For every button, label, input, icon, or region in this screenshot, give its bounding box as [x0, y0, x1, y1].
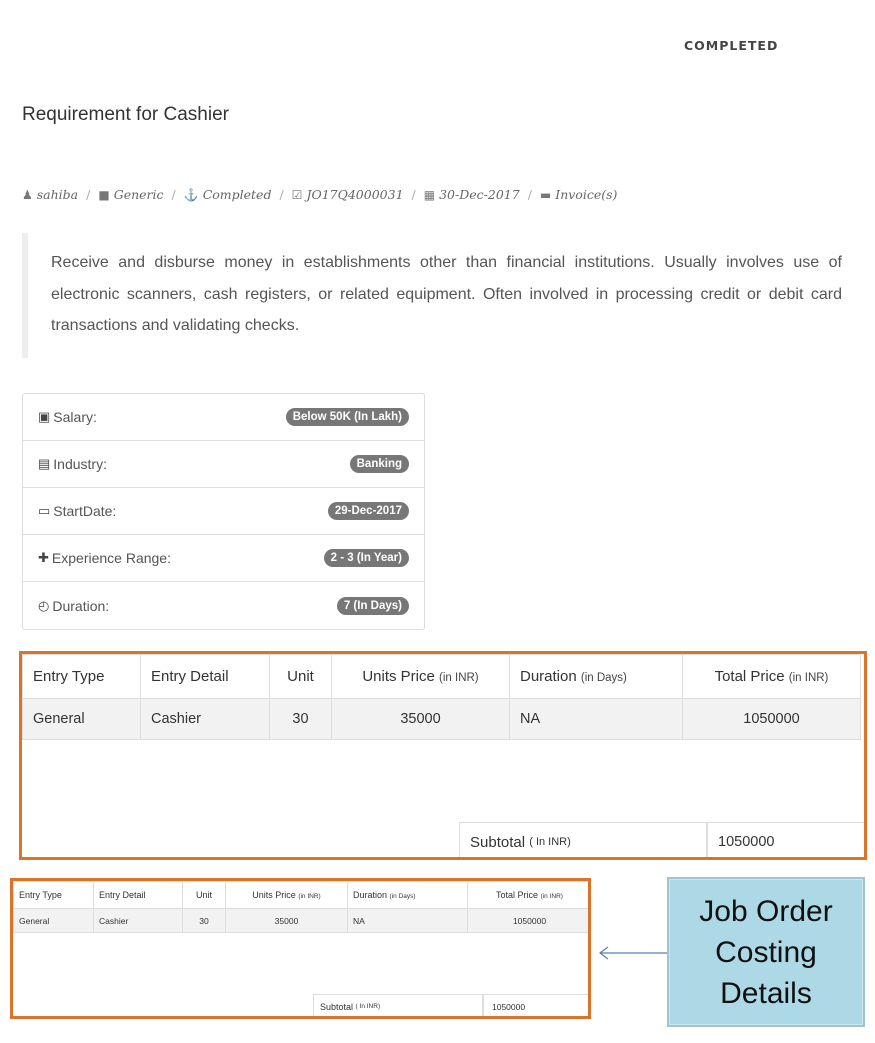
- startdate-label: StartDate:: [53, 503, 117, 519]
- callout-line-2: Costing: [715, 935, 817, 969]
- cell-duration: NA: [509, 698, 683, 740]
- building-icon: ▤: [38, 456, 51, 471]
- col-entry-type: Entry Type: [13, 881, 94, 909]
- col-entry-detail: Entry Detail: [140, 654, 270, 699]
- col-units-price: Units Price (in INR): [225, 881, 348, 909]
- meta-bar: ♟ sahiba / ■ Generic / ⚓ Completed / ☑ JO17Q…: [22, 187, 617, 202]
- user-icon: ♟: [22, 187, 33, 202]
- folder-icon: ■: [98, 187, 110, 202]
- cell-entry-detail: Cashier: [93, 908, 183, 933]
- info-row-experience: ✚ Experience Range: 2 - 3 (In Year): [23, 535, 424, 582]
- industry-label: Industry:: [53, 456, 107, 472]
- money-icon: ▣: [38, 409, 51, 424]
- description-blockquote: Receive and disburse money in establishm…: [22, 233, 842, 358]
- callout-line-1: Job Order: [699, 894, 833, 928]
- invoice-icon: ▬: [539, 187, 552, 202]
- meta-date-label: 30-Dec-2017: [439, 187, 520, 202]
- col-duration: Duration (in Days): [347, 881, 468, 909]
- table-header-row: Entry Type Entry Detail Unit Units Price…: [13, 881, 588, 909]
- anchor-icon: ⚓: [183, 187, 199, 202]
- check-square-icon: ☑: [291, 187, 303, 202]
- meta-separator: /: [411, 187, 416, 202]
- cell-units-price: 35000: [225, 908, 348, 933]
- meta-invoice[interactable]: ▬ Invoice(s): [540, 187, 617, 202]
- col-total-price: Total Price (in INR): [467, 881, 588, 909]
- meta-user[interactable]: ♟ sahiba: [22, 187, 78, 202]
- clock-icon: ◴: [38, 597, 50, 613]
- info-row-industry: ▤ Industry: Banking: [23, 441, 424, 488]
- col-units-price: Units Price (in INR): [331, 654, 510, 699]
- col-duration: Duration (in Days): [509, 654, 683, 699]
- startdate-badge: 29-Dec-2017: [327, 502, 409, 520]
- costing-callout: Job Order Costing Details: [667, 877, 865, 1027]
- meta-user-label: sahiba: [36, 187, 79, 202]
- experience-badge: 2 - 3 (In Year): [323, 549, 409, 567]
- cell-total-price: 1050000: [682, 698, 861, 740]
- status-label: COMPLETED: [684, 38, 779, 53]
- job-info-list: ▣ Salary: Below 50K (In Lakh) ▤ Industry: …: [22, 393, 425, 630]
- meta-separator: /: [279, 187, 284, 202]
- subtotal-value: 1050000: [707, 822, 864, 857]
- meta-separator: /: [86, 187, 91, 202]
- meta-state-label: Completed: [202, 187, 272, 202]
- meta-date[interactable]: ▦ 30-Dec-2017: [424, 187, 520, 202]
- subtotal-row: Subtotal ( In INR) 1050000: [313, 994, 588, 1016]
- meta-category-label: Generic: [113, 187, 164, 202]
- plus-icon: ✚: [38, 550, 49, 565]
- costing-table-large: Entry Type Entry Detail Unit Units Price…: [19, 651, 867, 860]
- col-total-price: Total Price (in INR): [682, 654, 861, 699]
- col-entry-type: Entry Type: [22, 654, 141, 699]
- experience-label: Experience Range:: [51, 550, 171, 566]
- meta-state[interactable]: ⚓ Completed: [184, 187, 272, 202]
- cell-total-price: 1050000: [467, 908, 588, 933]
- table-row: General Cashier 30 35000 NA 1050000: [13, 908, 588, 933]
- col-entry-detail: Entry Detail: [93, 881, 183, 909]
- meta-job-id[interactable]: ☑ JO17Q4000031: [292, 187, 404, 202]
- cell-unit: 30: [182, 908, 226, 933]
- subtotal-value: 1050000: [483, 994, 588, 1016]
- meta-invoice-label: Invoice(s): [555, 187, 618, 202]
- keyboard-icon: ▭: [38, 503, 51, 518]
- salary-badge: Below 50K (In Lakh): [285, 408, 409, 426]
- page-title: Requirement for Cashier: [22, 104, 229, 125]
- arrow-left-icon: [599, 946, 668, 960]
- subtotal-label: Subtotal ( In INR): [313, 994, 483, 1016]
- duration-badge: 7 (In Days): [336, 596, 409, 615]
- salary-label: Salary:: [53, 409, 97, 425]
- calendar-icon: ▦: [423, 187, 436, 202]
- meta-separator: /: [171, 187, 176, 202]
- cell-duration: NA: [347, 908, 468, 933]
- industry-badge: Banking: [349, 455, 409, 473]
- info-row-startdate: ▭ StartDate: 29-Dec-2017: [23, 488, 424, 535]
- callout-line-3: Details: [720, 976, 812, 1010]
- costing-table-mini: Entry Type Entry Detail Unit Units Price…: [13, 881, 588, 933]
- table-header-row: Entry Type Entry Detail Unit Units Price…: [22, 654, 861, 699]
- cell-unit: 30: [269, 698, 332, 740]
- info-row-duration: ◴ Duration: 7 (In Days): [23, 582, 424, 629]
- meta-separator: /: [527, 187, 532, 202]
- info-row-salary: ▣ Salary: Below 50K (In Lakh): [23, 394, 424, 441]
- costing-table-small: Entry Type Entry Detail Unit Units Price…: [10, 878, 591, 1019]
- meta-job-id-label: JO17Q4000031: [306, 187, 404, 202]
- col-unit: Unit: [182, 881, 226, 909]
- duration-label: Duration:: [52, 597, 110, 614]
- cell-entry-detail: Cashier: [140, 698, 270, 740]
- cell-entry-type: General: [22, 698, 141, 740]
- subtotal-row: Subtotal ( In INR) 1050000: [459, 822, 864, 857]
- col-unit: Unit: [269, 654, 332, 699]
- costing-table: Entry Type Entry Detail Unit Units Price…: [22, 654, 861, 740]
- table-row: General Cashier 30 35000 NA 1050000: [22, 698, 861, 740]
- cell-entry-type: General: [13, 908, 94, 933]
- meta-category[interactable]: ■ Generic: [98, 187, 163, 202]
- subtotal-label: Subtotal ( In INR): [459, 822, 707, 857]
- cell-units-price: 35000: [331, 698, 510, 740]
